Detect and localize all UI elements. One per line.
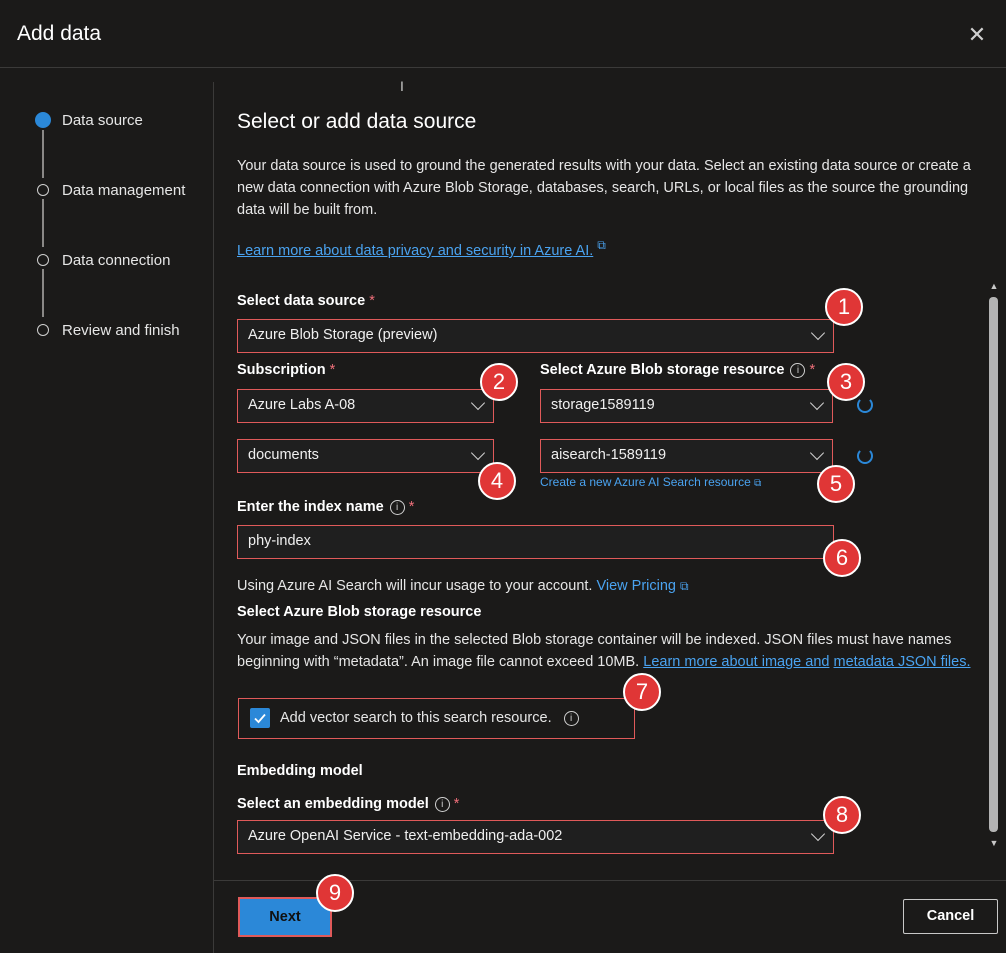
usage-note: Using Azure AI Search will incur usage t… — [237, 578, 593, 594]
embedding-model-value: Azure OpenAI Service - text-embedding-ad… — [248, 828, 563, 844]
step-review-and-finish[interactable]: Review and finish — [62, 322, 180, 339]
step-active-icon — [35, 112, 51, 128]
step-connector — [42, 199, 44, 247]
refresh-icon[interactable] — [857, 397, 873, 413]
privacy-link[interactable]: Learn more about data privacy and securi… — [237, 243, 593, 259]
page-title: Select or add data source — [237, 110, 477, 133]
header-divider — [0, 67, 1006, 68]
callout-badge-2: 2 — [480, 363, 518, 401]
blob-resource-value: storage1589119 — [551, 397, 655, 413]
external-link-icon: ⧉ — [680, 579, 689, 593]
create-search-resource-link[interactable]: Create a new Azure AI Search resource — [540, 475, 751, 489]
vector-search-label-row: Add vector search to this search resourc… — [280, 707, 579, 729]
callout-badge-6: 6 — [823, 539, 861, 577]
refresh-icon[interactable] — [857, 448, 873, 464]
step-data-connection[interactable]: Data connection — [62, 252, 170, 269]
index-name-label: Enter the index name i * — [237, 499, 415, 515]
scrollbar-thumb[interactable] — [989, 297, 998, 832]
callout-badge-3: 3 — [827, 363, 865, 401]
external-link-icon: ⧉ — [597, 238, 606, 252]
usage-note-row: Using Azure AI Search will incur usage t… — [237, 575, 689, 597]
vector-search-label: Add vector search to this search resourc… — [280, 710, 552, 726]
subscription-label: Subscription * — [237, 362, 336, 378]
view-pricing-link[interactable]: View Pricing — [596, 578, 676, 594]
callout-badge-7: 7 — [623, 673, 661, 711]
callout-badge-9: 9 — [316, 874, 354, 912]
scroll-down-arrow[interactable]: ▼ — [986, 838, 1002, 848]
info-icon[interactable]: i — [563, 711, 579, 726]
callout-badge-4: 4 — [478, 462, 516, 500]
container-value: documents — [248, 447, 319, 463]
chevron-down-icon — [810, 325, 826, 341]
dialog-title: Add data — [17, 22, 102, 45]
vector-search-checkbox[interactable] — [250, 708, 270, 728]
chevron-down-icon — [809, 395, 825, 411]
sidebar-divider — [213, 82, 214, 953]
callout-badge-5: 5 — [817, 465, 855, 503]
page-description: Your data source is used to ground the g… — [237, 158, 971, 218]
checkmark-icon — [254, 713, 266, 724]
external-link-icon: ⧉ — [754, 478, 762, 489]
blob-section-text-block: Your image and JSON files in the selecte… — [237, 629, 977, 673]
container-dropdown[interactable]: documents — [237, 439, 494, 473]
chevron-down-icon — [470, 395, 486, 411]
embedding-title: Embedding model — [237, 763, 363, 779]
info-icon[interactable]: i — [434, 797, 450, 812]
blob-resource-label: Select Azure Blob storage resource i * — [540, 362, 816, 378]
blob-resource-dropdown[interactable]: storage1589119 — [540, 389, 833, 423]
privacy-link-row: Learn more about data privacy and securi… — [237, 238, 606, 259]
step-data-source[interactable]: Data source — [62, 112, 143, 129]
embedding-model-label: Select an embedding model i * — [237, 796, 460, 812]
embedding-model-dropdown[interactable]: Azure OpenAI Service - text-embedding-ad… — [237, 820, 834, 854]
step-circle-icon — [37, 184, 49, 196]
step-data-management[interactable]: Data management — [62, 182, 185, 199]
step-circle-icon — [37, 324, 49, 336]
image-json-link-cont[interactable]: metadata JSON files. — [834, 654, 971, 670]
data-source-value: Azure Blob Storage (preview) — [248, 327, 438, 343]
text-cursor-icon: I — [400, 78, 404, 94]
data-source-label: Select data source * — [237, 293, 375, 309]
info-icon[interactable]: i — [790, 363, 806, 378]
callout-badge-1: 1 — [825, 288, 863, 326]
index-name-input[interactable]: phy-index — [237, 525, 834, 559]
image-json-link[interactable]: Learn more about image and — [643, 654, 829, 670]
chevron-down-icon — [810, 826, 826, 842]
search-resource-dropdown[interactable]: aisearch-1589119 — [540, 439, 833, 473]
cancel-button[interactable]: Cancel — [903, 899, 998, 934]
callout-badge-8: 8 — [823, 796, 861, 834]
close-icon[interactable]: ✕ — [966, 24, 988, 46]
data-source-dropdown[interactable]: Azure Blob Storage (preview) — [237, 319, 834, 353]
chevron-down-icon — [809, 445, 825, 461]
scroll-up-arrow[interactable]: ▲ — [986, 281, 1002, 291]
step-connector — [42, 130, 44, 178]
chevron-down-icon — [470, 445, 486, 461]
blob-section-title: Select Azure Blob storage resource — [237, 604, 482, 620]
search-resource-value: aisearch-1589119 — [551, 447, 667, 463]
step-connector — [42, 269, 44, 317]
subscription-dropdown[interactable]: Azure Labs A-08 — [237, 389, 494, 423]
subscription-value: Azure Labs A-08 — [248, 397, 356, 413]
step-circle-icon — [37, 254, 49, 266]
create-search-link-row: Create a new Azure AI Search resource ⧉ — [540, 475, 761, 489]
info-icon[interactable]: i — [389, 500, 405, 515]
